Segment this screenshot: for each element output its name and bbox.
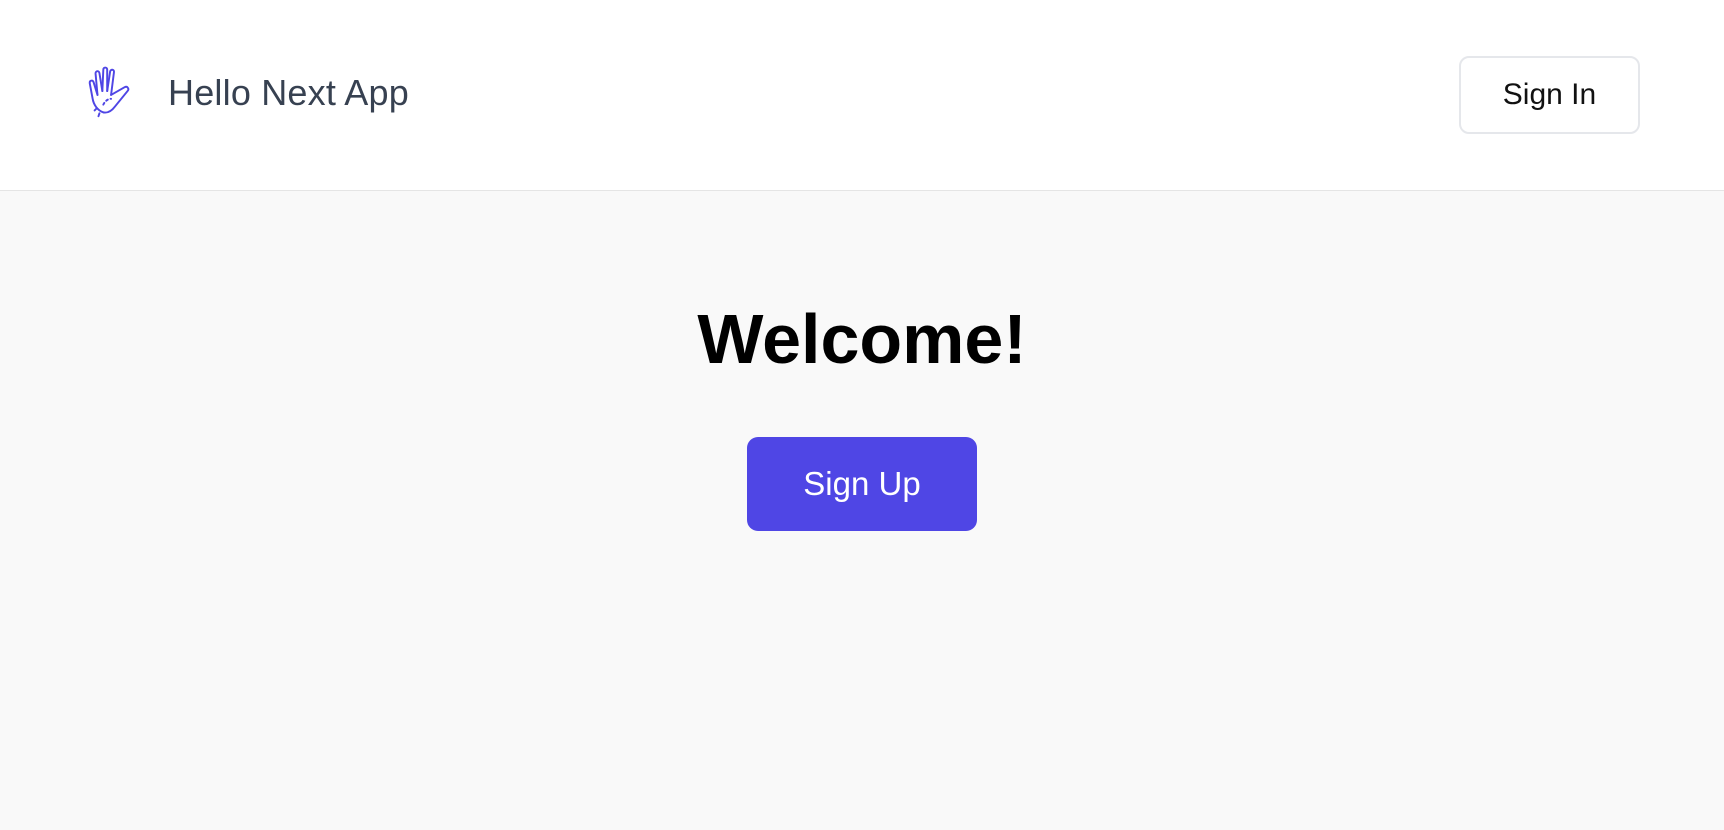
- sign-up-button[interactable]: Sign Up: [747, 437, 977, 531]
- waving-hand-icon: [82, 62, 144, 124]
- page-title: Welcome!: [697, 300, 1027, 378]
- sign-in-button[interactable]: Sign In: [1459, 56, 1640, 134]
- top-header: Hello Next App Sign In: [0, 0, 1724, 191]
- app-name: Hello Next App: [168, 72, 409, 113]
- brand[interactable]: Hello Next App: [82, 62, 409, 124]
- main-content: Welcome! Sign Up: [0, 192, 1724, 830]
